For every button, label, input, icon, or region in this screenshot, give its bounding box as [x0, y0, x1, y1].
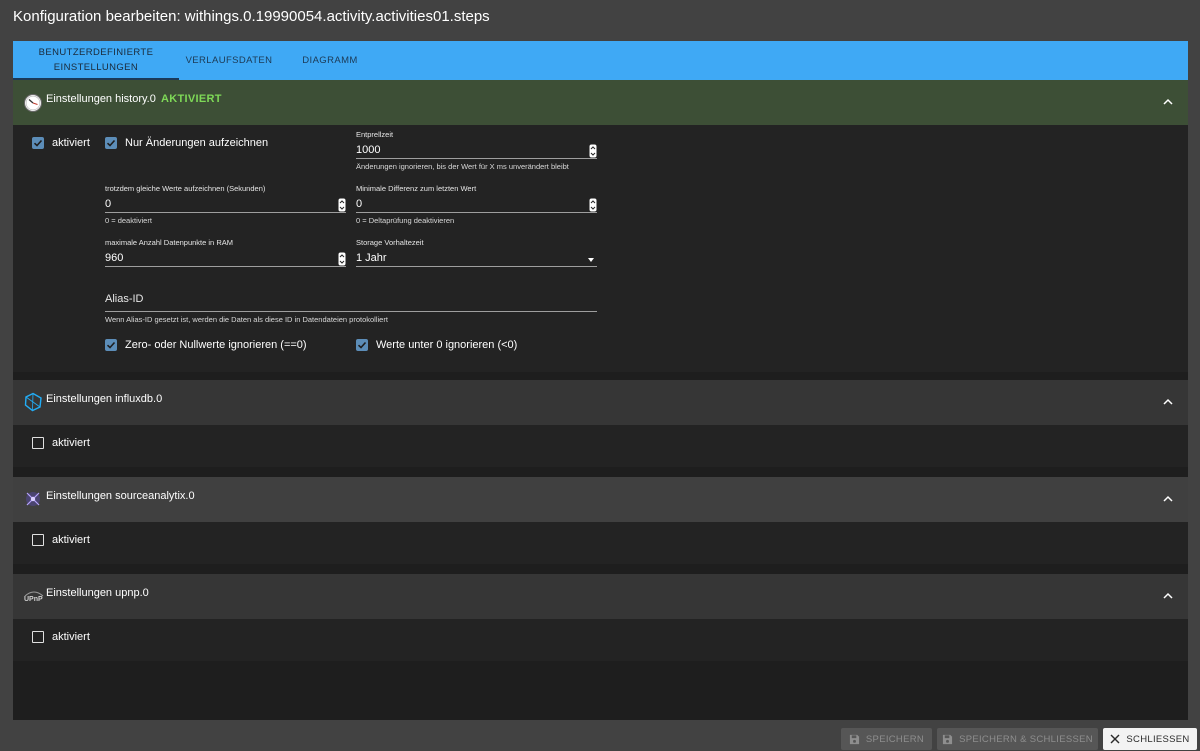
chevron-up-icon[interactable] [1162, 96, 1174, 108]
spinner-icon[interactable] [338, 252, 346, 266]
upnp-panel-body: aktiviert [13, 619, 1188, 661]
spinner-icon[interactable] [338, 198, 346, 212]
upnp-icon: UPnP [24, 591, 44, 603]
history-panel-body: aktiviert Nur Änderungen aufzeichnen Ent… [13, 125, 1188, 372]
history-panel-title: Einstellungen history.0 [46, 93, 156, 105]
spinner-icon[interactable] [589, 198, 597, 212]
ignore-zero-checkbox[interactable]: Zero- oder Nullwerte ignorieren (==0) [105, 339, 307, 351]
history-enabled-checkbox[interactable]: aktiviert [32, 137, 90, 149]
ignore-below-zero-checkbox[interactable]: Werte unter 0 ignorieren (<0) [356, 339, 517, 351]
sourceanalytix-panel-title: Einstellungen sourceanalytix.0 [46, 490, 195, 502]
tab-chart[interactable]: DIAGRAMM [289, 41, 371, 80]
alias-id-input[interactable]: Alias-ID [105, 292, 597, 311]
svg-text:UPnP: UPnP [24, 596, 43, 603]
influxdb-panel-header[interactable]: Einstellungen influxdb.0 [13, 380, 1188, 425]
upnp-panel-header[interactable]: UPnP Einstellungen upnp.0 [13, 574, 1188, 619]
max-points-label: maximale Anzahl Datenpunkte in RAM [105, 238, 233, 247]
close-icon [1110, 734, 1120, 744]
checkbox-checked-icon [356, 339, 368, 351]
upnp-panel-title: Einstellungen upnp.0 [46, 587, 149, 599]
chevron-up-icon[interactable] [1162, 396, 1174, 408]
same-values-label: trotzdem gleiche Werte aufzeichnen (Seku… [105, 184, 266, 193]
history-status-badge: AKTIVIERT [161, 93, 222, 105]
history-panel-header[interactable]: Einstellungen history.0 AKTIVIERT [13, 80, 1188, 125]
close-button[interactable]: SCHLIESSEN [1103, 728, 1197, 750]
sourceanalytix-panel-body: aktiviert [13, 522, 1188, 564]
upnp-enabled-checkbox[interactable]: aktiviert [32, 631, 90, 643]
debounce-help: Änderungen ignorieren, bis der Wert für … [356, 162, 569, 171]
influxdb-enabled-checkbox[interactable]: aktiviert [32, 437, 90, 449]
spinner-icon[interactable] [589, 144, 597, 158]
only-changes-checkbox[interactable]: Nur Änderungen aufzeichnen [105, 137, 268, 149]
debounce-field[interactable]: Entprellzeit 1000 Änderungen ignorieren,… [356, 130, 597, 171]
chevron-up-icon[interactable] [1162, 590, 1174, 602]
save-icon [942, 734, 953, 744]
checkbox-unchecked-icon [32, 534, 44, 546]
sourceanalytix-icon [26, 492, 40, 506]
checkbox-checked-icon [105, 137, 117, 149]
alias-id-field[interactable]: Alias-ID Wenn Alias-ID gesetzt ist, werd… [105, 292, 597, 324]
debounce-label: Entprellzeit [356, 130, 394, 139]
save-button[interactable]: SPEICHERN [841, 728, 932, 750]
dialog-content: BENUTZERDEFINIERTE EINSTELLUNGEN VERLAUFS… [13, 41, 1188, 720]
same-values-field[interactable]: trotzdem gleiche Werte aufzeichnen (Seku… [105, 184, 346, 225]
sourceanalytix-panel-header[interactable]: Einstellungen sourceanalytix.0 [13, 477, 1188, 522]
same-values-input[interactable]: 0 [105, 196, 346, 212]
tab-custom-settings[interactable]: BENUTZERDEFINIERTE EINSTELLUNGEN [13, 41, 179, 80]
tab-history-data[interactable]: VERLAUFSDATEN [179, 41, 279, 80]
influxdb-panel-title: Einstellungen influxdb.0 [46, 393, 163, 405]
retention-select[interactable]: Storage Vorhaltezeit 1 Jahr [356, 238, 597, 267]
save-icon [849, 734, 860, 744]
alias-id-help: Wenn Alias-ID gesetzt ist, werden die Da… [105, 315, 388, 324]
max-points-field[interactable]: maximale Anzahl Datenpunkte in RAM 960 [105, 238, 346, 267]
min-diff-input[interactable]: 0 [356, 196, 597, 212]
debounce-input[interactable]: 1000 [356, 142, 597, 158]
sourceanalytix-enabled-checkbox[interactable]: aktiviert [32, 534, 90, 546]
dialog-title: Konfiguration bearbeiten: withings.0.199… [13, 8, 490, 25]
checkbox-unchecked-icon [32, 631, 44, 643]
max-points-input[interactable]: 960 [105, 250, 346, 266]
min-diff-help: 0 = Deltaprüfung deaktivieren [356, 216, 455, 225]
min-diff-label: Minimale Differenz zum letzten Wert [356, 184, 477, 193]
min-diff-field[interactable]: Minimale Differenz zum letzten Wert 0 0 … [356, 184, 597, 225]
tab-bar: BENUTZERDEFINIERTE EINSTELLUNGEN VERLAUFS… [13, 41, 1188, 80]
save-and-close-button[interactable]: SPEICHERN & SCHLIESSEN [937, 728, 1098, 750]
chevron-up-icon[interactable] [1162, 493, 1174, 505]
retention-value[interactable]: 1 Jahr [356, 250, 597, 266]
checkbox-unchecked-icon [32, 437, 44, 449]
influxdb-icon [24, 392, 42, 412]
same-values-help: 0 = deaktiviert [105, 216, 152, 225]
clock-icon [24, 94, 42, 112]
checkbox-checked-icon [32, 137, 44, 149]
retention-label: Storage Vorhaltezeit [356, 238, 424, 247]
checkbox-checked-icon [105, 339, 117, 351]
dropdown-arrow-icon[interactable] [588, 258, 594, 262]
influxdb-panel-body: aktiviert [13, 425, 1188, 467]
